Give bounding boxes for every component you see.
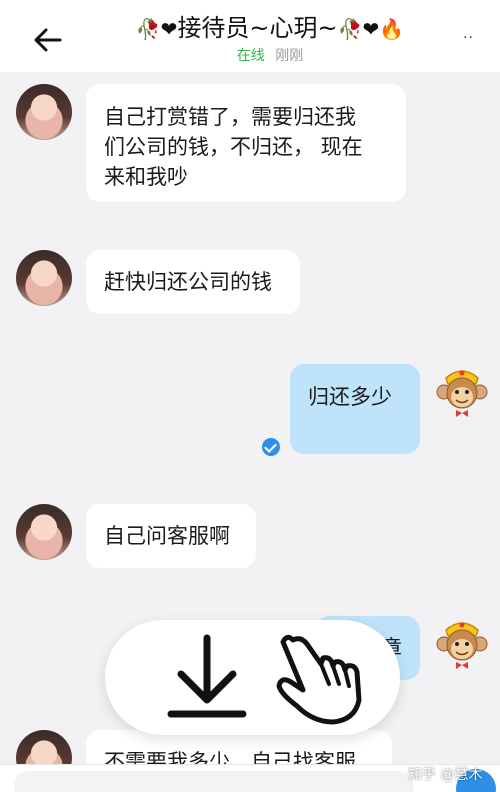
- monkey-avatar-icon[interactable]: [434, 616, 490, 672]
- message-text-line: 们公司的钱，不归还， 现在: [104, 135, 363, 159]
- hand-pointer-icon[interactable]: [273, 630, 365, 728]
- contact-name: 接待员~心玥~: [177, 14, 338, 42]
- floating-action-overlay[interactable]: [105, 620, 400, 735]
- title-right-decoration: 🥀❤🔥: [337, 17, 405, 41]
- message-input[interactable]: [14, 771, 414, 792]
- message-bubble-outgoing[interactable]: 归还多少: [290, 364, 420, 454]
- watermark: 知乎 @慧木: [408, 767, 483, 783]
- message-bubble-incoming[interactable]: 自己问客服啊: [86, 504, 256, 568]
- more-options-icon[interactable]: ..: [463, 26, 474, 42]
- title-left-decoration: 🥀❤: [135, 17, 178, 41]
- download-icon[interactable]: [167, 632, 247, 722]
- last-seen: 刚刚: [275, 48, 304, 64]
- message-text: 赶快归还公司的钱: [104, 270, 272, 294]
- message-text: 自己问客服啊: [104, 524, 230, 548]
- presence-status: 在线 刚刚: [100, 46, 440, 66]
- contact-avatar[interactable]: [16, 250, 72, 306]
- online-status: 在线: [236, 48, 265, 64]
- contact-avatar[interactable]: [16, 84, 72, 140]
- chat-header: 🥀❤接待员~心玥~🥀❤🔥 在线 刚刚 ..: [0, 0, 500, 72]
- read-check-icon: [262, 438, 280, 456]
- message-bubble-incoming[interactable]: 自己打赏错了，需要归还我 们公司的钱，不归还， 现在 来和我吵: [86, 84, 406, 202]
- contact-avatar[interactable]: [16, 504, 72, 560]
- back-arrow-icon[interactable]: [30, 22, 66, 58]
- message-text-line: 来和我吵: [104, 165, 188, 189]
- message-text: 归还多少: [308, 385, 392, 409]
- message-text-line: 自己打赏错了，需要归还我: [104, 105, 356, 129]
- message-bubble-incoming[interactable]: 赶快归还公司的钱: [86, 250, 300, 314]
- chat-title: 🥀❤接待员~心玥~🥀❤🔥: [100, 10, 440, 47]
- monkey-avatar-icon[interactable]: [434, 364, 490, 420]
